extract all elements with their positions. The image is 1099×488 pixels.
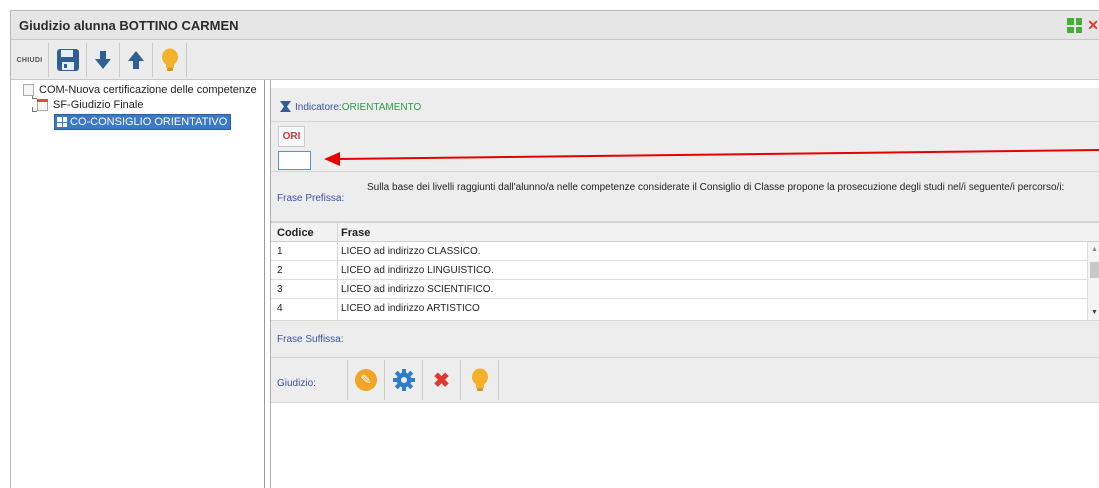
hint-button[interactable] [153, 43, 187, 77]
table-scrollbar[interactable]: ▲ ▼ [1087, 242, 1099, 320]
hint-button[interactable] [461, 360, 499, 400]
tree-item-competenze[interactable]: COM-Nuova certificazione delle competenz… [23, 84, 257, 96]
table-header: Codice Frase [271, 222, 1099, 242]
scrollbar-thumb[interactable] [1090, 262, 1099, 278]
tree-item-giudizio-finale[interactable]: SF-Giudizio Finale [37, 99, 143, 111]
giudizio-bar: Giudizio: ✎ ✖ [271, 358, 1099, 403]
indicatore-value: ORIENTAMENTO [341, 102, 422, 113]
suffissa-label: Frase Suffissa: [277, 334, 344, 345]
indicator-icon [280, 101, 291, 112]
delete-button[interactable]: ✖ [423, 360, 461, 400]
cell-codice: 2 [277, 265, 283, 276]
window-controls: ✕ [1067, 17, 1099, 34]
table-row[interactable]: 3 LICEO ad indirizzo SCIENTIFICO. [271, 280, 1087, 299]
table-row[interactable]: 2 LICEO ad indirizzo LINGUISTICO. [271, 261, 1087, 280]
prefissa-label: Frase Prefissa: [277, 193, 345, 204]
cell-frase: LICEO ad indirizzo SCIENTIFICO. [341, 284, 494, 295]
scroll-down-icon[interactable]: ▼ [1091, 309, 1098, 316]
window-titlebar: Giudizio alunna BOTTINO CARMEN ✕ [10, 10, 1099, 40]
cell-frase: LICEO ad indirizzo LINGUISTICO. [341, 265, 494, 276]
cell-codice: 1 [277, 246, 283, 257]
gear-icon [392, 369, 415, 391]
prefissa-text: Sulla base dei livelli raggiunti dall'al… [367, 182, 1065, 193]
save-button[interactable] [49, 43, 87, 77]
ori-button[interactable]: ORI [278, 126, 305, 147]
column-header-frase[interactable]: Frase [341, 227, 370, 239]
indicatore-label: Indicatore:ORIENTAMENTO [295, 102, 421, 113]
frase-suffissa: Frase Suffissa: [271, 320, 1099, 358]
window-title: Giudizio alunna BOTTINO CARMEN [19, 18, 239, 33]
scroll-up-icon[interactable]: ▲ [1091, 246, 1098, 253]
document-icon [23, 84, 34, 96]
pencil-icon: ✎ [355, 369, 377, 391]
tree-panel: COM-Nuova certificazione delle competenz… [10, 80, 265, 488]
grid-icon [57, 117, 67, 127]
maximize-icon[interactable] [1067, 18, 1083, 33]
close-icon[interactable]: ✕ [1087, 17, 1099, 34]
giudizio-label: Giudizio: [277, 378, 316, 389]
close-button[interactable]: CHIUDI [11, 43, 49, 77]
ori-code-input[interactable] [278, 151, 311, 170]
save-icon [56, 49, 79, 71]
column-header-codice[interactable]: Codice [277, 227, 314, 239]
ori-area: ORI [271, 122, 1099, 172]
main-toolbar: CHIUDI [10, 40, 1099, 80]
delete-icon: ✖ [433, 369, 450, 392]
indicatore-caption: Indicatore: [295, 102, 342, 113]
tree-item-consiglio-orientativo[interactable]: CO-CONSIGLIO ORIENTATIVO [54, 114, 232, 130]
move-down-button[interactable] [87, 43, 120, 77]
table-row[interactable]: 4 LICEO ad indirizzo ARTISTICO [271, 299, 1087, 318]
arrow-down-icon [95, 51, 111, 69]
lightbulb-icon [161, 48, 178, 71]
cell-frase: LICEO ad indirizzo ARTISTICO [341, 303, 480, 314]
cell-codice: 4 [277, 303, 283, 314]
cell-frase: LICEO ad indirizzo CLASSICO. [341, 246, 481, 257]
tree-item-label: CO-CONSIGLIO ORIENTATIVO [70, 116, 228, 128]
frase-prefissa: Frase Prefissa: Sulla base dei livelli r… [271, 172, 1099, 222]
arrow-up-icon [128, 51, 144, 69]
tree-item-label: COM-Nuova certificazione delle competenz… [39, 84, 257, 96]
lightbulb-icon [471, 368, 488, 391]
content-panel: Indicatore:ORIENTAMENTO ORI Frase Prefis… [270, 80, 1099, 488]
edit-button[interactable]: ✎ [347, 360, 385, 400]
move-up-button[interactable] [120, 43, 153, 77]
settings-button[interactable] [385, 360, 423, 400]
cell-codice: 3 [277, 284, 283, 295]
frasi-table: Codice Frase 1 LICEO ad indirizzo CLASSI… [271, 222, 1099, 320]
indicatore-bar: Indicatore:ORIENTAMENTO [271, 88, 1099, 122]
document-icon [37, 99, 48, 111]
table-row[interactable]: 1 LICEO ad indirizzo CLASSICO. [271, 242, 1087, 261]
tree-item-label: SF-Giudizio Finale [53, 99, 144, 111]
